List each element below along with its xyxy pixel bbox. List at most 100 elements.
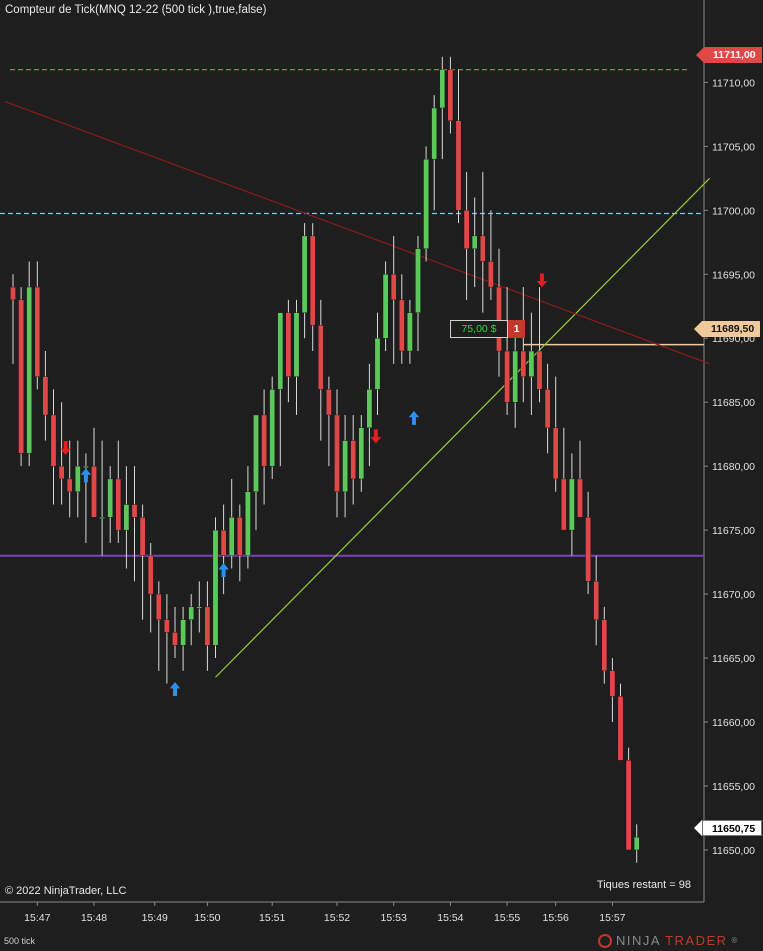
chart-title: Compteur de Tick(MNQ 12-22 (500 tick ),t…: [5, 4, 267, 16]
buy-arrow-icon: [169, 682, 181, 697]
ninjatrader-logo-icon: [598, 933, 612, 948]
candle-body: [196, 606, 203, 609]
position-pnl: 75,00 $: [450, 320, 508, 338]
candle-body: [577, 478, 583, 518]
x-tick-label: 15:53: [381, 912, 407, 924]
y-tick-label: 11680,00: [712, 461, 755, 473]
position-order-box[interactable]: 75,00 $ 1: [450, 320, 525, 338]
y-tick-label: 11700,00: [712, 205, 755, 217]
candle-body: [245, 491, 251, 556]
candle-body: [633, 836, 640, 851]
candle-body: [91, 465, 97, 518]
candle-body: [569, 478, 575, 531]
candle-body: [390, 274, 397, 301]
x-tick-label: 15:49: [142, 912, 168, 924]
buy-arrow-icon: [218, 563, 229, 578]
x-tick-label: 15:57: [599, 912, 625, 924]
candle-body: [520, 350, 527, 377]
candle-body: [358, 427, 365, 480]
x-tick-label: 15:54: [437, 912, 463, 924]
ticks-remaining: Tiques restant = 98: [596, 879, 691, 891]
candle-body: [407, 312, 413, 352]
candle-body: [131, 504, 138, 518]
candle-body: [10, 286, 16, 301]
position-line-tag-arrow: [694, 321, 702, 337]
y-tick-label: 11695,00: [712, 269, 755, 281]
y-tick-label: 11670,00: [712, 589, 755, 601]
candle-body: [139, 517, 146, 556]
candle-body: [26, 286, 33, 454]
candle-body: [301, 235, 308, 313]
candle-body: [293, 312, 300, 377]
candle-body: [366, 389, 373, 428]
x-tick-label: 15:48: [81, 912, 107, 924]
candle-body: [480, 235, 486, 262]
candle-body: [212, 529, 219, 646]
candle-body: [512, 350, 518, 403]
y-tick-label: 11685,00: [712, 397, 755, 409]
candle-body: [58, 465, 65, 480]
candle-body: [334, 414, 340, 492]
ninjatrader-logo: NINJA TRADER ®: [598, 933, 739, 948]
candle-body: [326, 389, 332, 416]
candle-body: [536, 350, 543, 390]
candle-body: [269, 389, 276, 467]
last-price-tag-arrow: [694, 820, 702, 836]
candle-body: [593, 581, 599, 620]
x-tick-label: 15:56: [543, 912, 569, 924]
candle-body: [228, 517, 235, 556]
y-tick-label: 11660,00: [712, 717, 755, 729]
candle-body: [455, 120, 462, 211]
drawing-objects: [0, 68, 711, 678]
position-price-tag: 11689,50: [702, 321, 761, 337]
candle-body: [601, 619, 608, 672]
position-quantity[interactable]: 1: [508, 320, 525, 338]
candle-body: [309, 235, 316, 326]
candle-body: [544, 389, 551, 428]
candle-body: [609, 670, 616, 697]
copyright-text: © 2022 NinjaTrader, LLC: [5, 885, 127, 897]
candle-body: [253, 414, 259, 492]
candle-body: [625, 760, 632, 851]
candle-body: [180, 619, 186, 646]
y-tick-label: 11665,00: [712, 653, 755, 665]
x-axis-labels: 15:47 15:48 15:49 15:50 15:51 15:52 15:53 15:54…: [24, 902, 626, 924]
y-tick-label: 11710,00: [712, 77, 755, 89]
candle-body: [74, 465, 81, 492]
candle-body: [155, 593, 162, 620]
sell-arrow-icon: [536, 273, 548, 288]
price-chart[interactable]: 11710,0011705,0011700,0011695,0011690,00…: [0, 0, 763, 951]
high-line-tag-arrow: [696, 47, 704, 63]
sell-arrow-icon: [370, 429, 382, 444]
x-tick-label: 15:51: [259, 912, 285, 924]
candle-body: [585, 517, 591, 582]
candle-body: [236, 517, 243, 556]
candle-body: [50, 414, 57, 467]
candle-body: [617, 696, 624, 761]
candle-body: [471, 235, 478, 249]
candle-body: [188, 606, 195, 620]
y-tick-label: 11675,00: [712, 525, 755, 537]
candle-body: [374, 338, 381, 390]
candle-body: [261, 414, 267, 467]
candle-body: [18, 299, 24, 454]
y-tick-label: 11655,00: [712, 781, 755, 793]
high-line-price-tag: 11711,00: [704, 47, 762, 63]
candle-body: [415, 248, 421, 313]
candle-body: [107, 478, 113, 518]
bar-type-label: 500 tick: [4, 936, 36, 946]
chart-window[interactable]: 11710,00 11705,00 11700,00 11695,00 11690,00…: [0, 0, 763, 951]
candle-body: [399, 299, 405, 352]
buy-arrow-icon: [408, 410, 420, 425]
candle-body: [66, 478, 73, 492]
candle-body: [164, 619, 170, 633]
candle-body: [431, 107, 438, 160]
candle-body: [463, 210, 470, 249]
candle-body: [552, 427, 559, 480]
candle-body: [528, 350, 535, 377]
maroon-trend-line: [4, 101, 710, 365]
y-axis-labels: 11710,0011705,0011700,0011695,0011690,00…: [704, 77, 755, 857]
candle-body: [99, 517, 105, 520]
x-tick-label: 15:47: [24, 912, 50, 924]
x-tick-label: 15:50: [194, 912, 220, 924]
